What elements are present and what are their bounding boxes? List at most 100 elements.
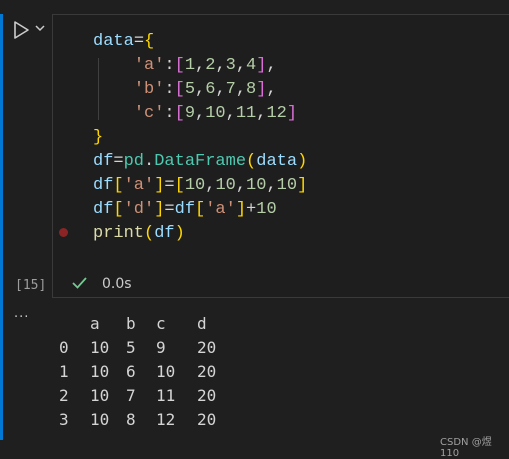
code-token: 11 [235, 104, 257, 123]
table-cell: 10 [156, 362, 176, 381]
table-cell: 9 [156, 338, 166, 357]
code-token: , [205, 176, 216, 195]
table-cell: 10 [90, 362, 110, 381]
code-line: df['d']=df['a']+10 [93, 198, 307, 222]
code-token: : [164, 56, 175, 75]
code-token: DataFrame [154, 152, 247, 171]
table-cell: 10 [90, 338, 110, 357]
code-token: . [144, 152, 155, 171]
code-token: ( [144, 224, 155, 243]
cell-focus-bar [0, 14, 3, 440]
code-token: 10 [256, 200, 277, 219]
table-cell: 11 [156, 386, 176, 405]
code-line: df['a']=[10,10,10,10] [93, 174, 307, 198]
code-token: + [246, 200, 257, 219]
code-token: [ [113, 200, 124, 219]
code-token: , [195, 56, 206, 75]
code-token: , [215, 56, 226, 75]
table-cell: 20 [197, 386, 217, 405]
column-header: c [156, 314, 166, 333]
play-icon [14, 21, 29, 39]
code-token: , [195, 104, 206, 123]
run-cell-button[interactable] [11, 20, 31, 40]
code-token: : [164, 104, 175, 123]
breakpoint-dot[interactable] [59, 228, 68, 237]
table-cell: 20 [197, 338, 217, 357]
code-line: 'c':[9,10,11,12] [93, 102, 307, 126]
code-token: print [93, 224, 145, 243]
code-token: ( [246, 152, 257, 171]
code-token: 'a' [123, 176, 155, 195]
code-token: df [154, 224, 175, 243]
code-token: ) [174, 224, 185, 243]
code-token: df [93, 152, 114, 171]
code-token: 'a' [205, 200, 236, 219]
output-more-actions-button[interactable]: ··· [14, 310, 29, 325]
code-editor-text[interactable]: data={ 'a':[1,2,3,4], 'b':[5,6,7,8], 'c'… [93, 30, 307, 246]
code-token: = [113, 152, 124, 171]
table-cell: 10 [90, 410, 110, 429]
code-token: 2 [205, 56, 216, 75]
watermark: CSDN @煜110 [440, 437, 492, 459]
code-token: 5 [184, 80, 196, 99]
code-token: 10 [246, 176, 267, 195]
column-header: a [90, 314, 100, 333]
table-cell: 10 [90, 386, 110, 405]
code-line: df=pd.DataFrame(data) [93, 150, 307, 174]
execution-duration: 0.0s [102, 276, 132, 292]
code-line: 'a':[1,2,3,4], [93, 54, 307, 78]
code-token: 'b' [133, 80, 165, 99]
code-token: 10 [276, 176, 298, 195]
code-token: ] [154, 200, 165, 219]
code-token: pd [123, 152, 145, 171]
code-token: 1 [184, 56, 196, 75]
code-token: 6 [205, 80, 216, 99]
code-token: { [144, 32, 155, 51]
code-token: , [256, 104, 267, 123]
run-options-button[interactable] [34, 22, 46, 34]
code-token: 4 [246, 56, 257, 75]
code-token: 10 [205, 104, 226, 123]
code-token: , [235, 80, 247, 99]
code-token: [ [174, 176, 185, 195]
code-token: ] [235, 200, 247, 219]
code-token: 8 [246, 80, 257, 99]
code-token: [ [174, 80, 185, 99]
check-icon [72, 277, 87, 289]
code-token: ] [286, 104, 298, 123]
table-cell: 20 [197, 362, 217, 381]
code-token: 10 [184, 176, 206, 195]
code-token: 'c' [133, 104, 165, 123]
code-token: ] [154, 176, 165, 195]
code-line: data={ [93, 30, 307, 54]
code-token: , [235, 176, 247, 195]
code-token: ) [297, 152, 308, 171]
row-index: 1 [59, 362, 69, 381]
table-cell: 20 [197, 410, 217, 429]
code-token: df [93, 200, 114, 219]
code-token: ] [256, 80, 267, 99]
code-token: , [266, 176, 277, 195]
code-token: df [174, 200, 196, 219]
code-token: 'd' [123, 200, 155, 219]
column-header: b [126, 314, 136, 333]
code-token: 'a' [133, 56, 165, 75]
code-token: [ [113, 176, 124, 195]
code-token: data [256, 152, 298, 171]
code-line: } [93, 126, 307, 150]
code-token: , [266, 56, 277, 75]
row-index: 0 [59, 338, 69, 357]
table-cell: 8 [126, 410, 136, 429]
code-token: , [266, 80, 277, 99]
row-index: 3 [59, 410, 69, 429]
code-line: 'b':[5,6,7,8], [93, 78, 307, 102]
code-token: : [164, 80, 175, 99]
column-header: d [197, 314, 207, 333]
code-token: } [93, 128, 104, 147]
code-token: 12 [266, 104, 287, 123]
code-token: [ [174, 104, 185, 123]
row-index: 2 [59, 386, 69, 405]
